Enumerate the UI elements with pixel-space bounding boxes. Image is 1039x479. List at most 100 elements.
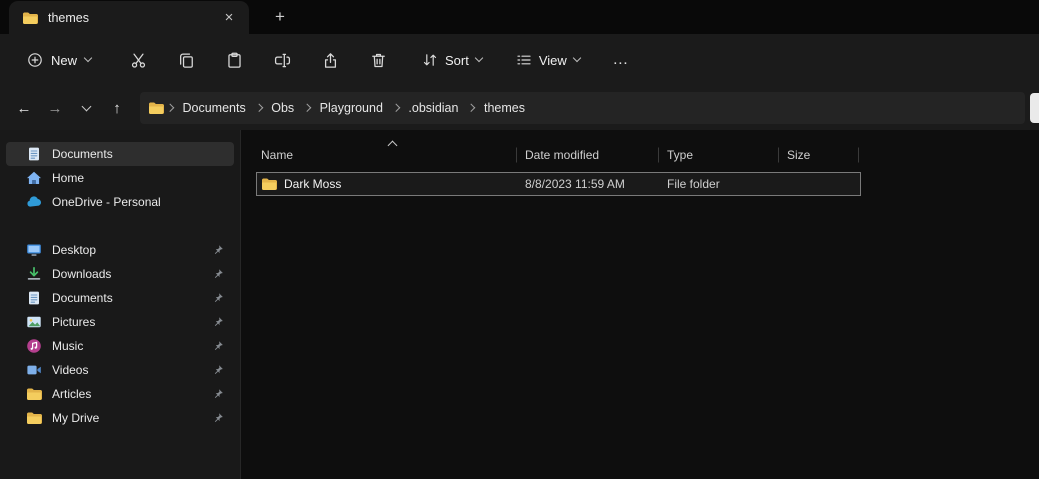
breadcrumb-obsidian[interactable]: .obsidian: [401, 97, 465, 119]
chevron-right-icon: [254, 104, 263, 112]
sidebar-item-onedrive-personal[interactable]: OneDrive - Personal: [6, 190, 234, 214]
back-arrow-icon: ←: [16, 99, 32, 117]
tab-themes[interactable]: themes ×: [9, 1, 249, 34]
sidebar-item-pictures[interactable]: Pictures: [6, 310, 234, 334]
sidebar-item-videos[interactable]: Videos: [6, 358, 234, 382]
location-folder-icon[interactable]: [148, 100, 164, 116]
address-row: ← → ↑ Documents Obs Playground .obsidian: [0, 86, 1039, 130]
documents-icon: [26, 290, 42, 306]
sidebar-item-articles[interactable]: Articles: [6, 382, 234, 406]
chevron-down-icon: [83, 53, 93, 63]
tab-title: themes: [48, 10, 89, 25]
column-header-date-modified[interactable]: Date modified: [517, 140, 659, 170]
sidebar-item-label: OneDrive - Personal: [52, 195, 161, 209]
pictures-icon: [26, 314, 42, 330]
folder-icon: [22, 10, 38, 26]
recent-locations-button[interactable]: [71, 93, 101, 123]
column-header-label: Size: [787, 148, 811, 162]
cut-button[interactable]: [118, 43, 158, 77]
address-bar[interactable]: Documents Obs Playground .obsidian theme…: [140, 92, 1025, 124]
desktop-icon: [26, 242, 42, 258]
chevron-right-icon: [165, 104, 174, 112]
sidebar-item-downloads[interactable]: Downloads: [6, 262, 234, 286]
tab-bar: themes × +: [0, 0, 1039, 34]
column-header-label: Date modified: [525, 148, 600, 162]
new-button-label: New: [51, 52, 78, 68]
pin-icon: [212, 388, 224, 400]
sidebar-item-documents-pinned[interactable]: Documents: [6, 286, 234, 310]
sidebar-item-label: My Drive: [52, 411, 100, 425]
sidebar-item-music[interactable]: Music: [6, 334, 234, 358]
plus-icon: +: [275, 7, 285, 26]
sidebar-item-label: Videos: [52, 363, 89, 377]
documents-icon: [26, 146, 42, 162]
chevron-down-icon: [81, 101, 91, 111]
chevron-down-icon: [474, 53, 484, 63]
share-button[interactable]: [310, 43, 350, 77]
column-header-size[interactable]: Size: [779, 140, 859, 170]
pin-icon: [212, 244, 224, 256]
column-header-label: Type: [667, 148, 694, 162]
view-button[interactable]: View: [506, 43, 590, 77]
breadcrumb-themes[interactable]: themes: [477, 97, 532, 119]
sidebar-item-label: Pictures: [52, 315, 96, 329]
videos-icon: [26, 362, 42, 378]
ellipsis-icon: …: [612, 51, 630, 68]
chevron-right-icon: [467, 104, 476, 112]
breadcrumb-obs[interactable]: Obs: [264, 97, 301, 119]
close-icon: ×: [224, 9, 234, 26]
sort-icon: [422, 52, 438, 68]
cut-icon: [130, 52, 147, 69]
pin-icon: [212, 292, 224, 304]
search-box-partial[interactable]: [1030, 93, 1039, 123]
onedrive-icon: [26, 194, 42, 210]
tab-close-button[interactable]: ×: [215, 6, 243, 30]
music-icon: [26, 338, 42, 354]
sidebar-item-label: Articles: [52, 387, 92, 401]
sidebar-item-label: Documents: [52, 147, 113, 161]
paste-button[interactable]: [214, 43, 254, 77]
forward-button[interactable]: →: [40, 93, 70, 123]
column-header-name[interactable]: Name: [256, 140, 517, 170]
file-explorer-window: themes × + New Sort View … ← → ↑ Documen…: [0, 0, 1039, 479]
pin-icon: [212, 364, 224, 376]
back-button[interactable]: ←: [9, 93, 39, 123]
folder-icon: [26, 386, 42, 402]
sidebar-item-label: Downloads: [52, 267, 112, 281]
sidebar-item-desktop[interactable]: Desktop: [6, 238, 234, 262]
folder-icon: [26, 410, 42, 426]
copy-button[interactable]: [166, 43, 206, 77]
file-date-modified-cell: 8/8/2023 11:59 AM: [525, 177, 625, 191]
pin-icon: [212, 316, 224, 328]
rename-icon: [274, 52, 291, 69]
sort-button[interactable]: Sort: [412, 43, 492, 77]
delete-button[interactable]: [358, 43, 398, 77]
chevron-right-icon: [391, 104, 400, 112]
pin-icon: [212, 412, 224, 424]
more-options-button[interactable]: …: [602, 43, 640, 77]
paste-icon: [226, 52, 243, 69]
folder-icon: [261, 176, 277, 192]
new-button[interactable]: New: [16, 43, 102, 77]
column-header-type[interactable]: Type: [659, 140, 779, 170]
main-area: Documents Home OneDrive - Personal Deskt…: [0, 130, 1039, 479]
breadcrumb-documents[interactable]: Documents: [176, 97, 253, 119]
downloads-icon: [26, 266, 42, 282]
rename-button[interactable]: [262, 43, 302, 77]
sidebar-item-my-drive[interactable]: My Drive: [6, 406, 234, 430]
chevron-right-icon: [303, 104, 311, 112]
delete-icon: [370, 52, 387, 69]
new-tab-button[interactable]: +: [265, 3, 295, 31]
pin-icon: [212, 268, 224, 280]
up-button[interactable]: ↑: [102, 93, 132, 123]
file-name-cell: Dark Moss: [257, 176, 517, 192]
view-button-label: View: [538, 52, 567, 68]
pin-icon: [212, 340, 224, 352]
sidebar-item-label: Desktop: [52, 243, 97, 257]
sidebar-item-home[interactable]: Home: [6, 166, 234, 190]
file-row-dark-moss[interactable]: Dark Moss 8/8/2023 11:59 AM File folder: [256, 172, 861, 196]
sidebar-item-label: Home: [52, 171, 85, 185]
command-bar: New Sort View …: [0, 34, 1039, 86]
breadcrumb-playground[interactable]: Playground: [313, 97, 390, 119]
sidebar-item-documents[interactable]: Documents: [6, 142, 234, 166]
